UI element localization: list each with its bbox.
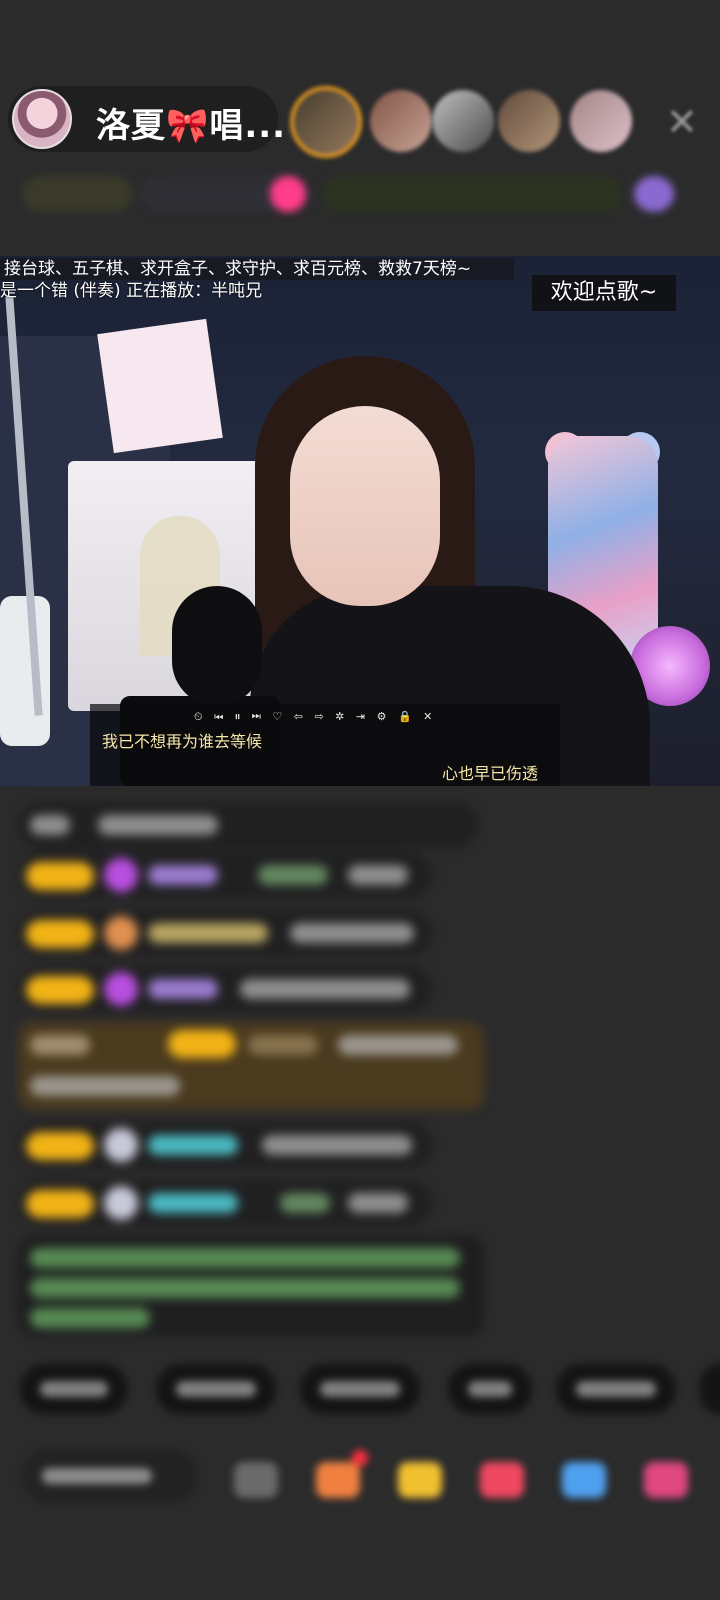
user-name[interactable] bbox=[148, 865, 218, 885]
lyric-line-next: 心也早已伤透 bbox=[441, 764, 538, 783]
chat-message[interactable] bbox=[18, 1122, 432, 1168]
chat-text bbox=[248, 1035, 318, 1055]
viewer-avatar[interactable] bbox=[370, 90, 432, 152]
quick-reply-chip[interactable] bbox=[448, 1364, 532, 1414]
chat-message[interactable] bbox=[18, 966, 432, 1012]
notice-text bbox=[30, 1278, 460, 1298]
chat-text bbox=[30, 815, 70, 835]
level-badge bbox=[26, 920, 94, 948]
gift-message[interactable] bbox=[18, 1022, 484, 1110]
quick-reply-chip[interactable] bbox=[300, 1364, 420, 1414]
pink-gift-icon[interactable] bbox=[270, 176, 306, 212]
chat-message[interactable] bbox=[18, 852, 432, 898]
close-icon[interactable]: ✕ bbox=[666, 100, 698, 144]
chat-text bbox=[30, 1076, 180, 1096]
chat-input[interactable] bbox=[22, 1448, 198, 1504]
chat-text bbox=[98, 815, 218, 835]
diamond-icon bbox=[104, 858, 138, 892]
medal-icon bbox=[104, 916, 138, 950]
notification-dot-icon bbox=[352, 1450, 368, 1466]
chat-text bbox=[338, 1035, 458, 1055]
avatar bbox=[104, 1128, 138, 1162]
microphone bbox=[172, 586, 262, 706]
now-playing-text: 是一个错 (伴奏) 正在播放：半吨兄 bbox=[0, 281, 263, 301]
gift-box-icon[interactable] bbox=[316, 1462, 360, 1498]
viewer-avatar[interactable] bbox=[432, 90, 494, 152]
bottom-toolbar bbox=[0, 1440, 720, 1530]
chat-text bbox=[290, 923, 414, 943]
chat-list[interactable] bbox=[0, 800, 720, 1360]
streamer-info-pill[interactable]: 洛夏🎀唱... bbox=[8, 86, 285, 152]
quick-reply-chip[interactable] bbox=[556, 1364, 676, 1414]
chat-text bbox=[280, 1193, 330, 1213]
activity-banner[interactable] bbox=[322, 176, 622, 212]
room-info-bar bbox=[22, 168, 692, 220]
user-name[interactable] bbox=[148, 1135, 238, 1155]
lyric-line-current: 我已不想再为谁去等候 bbox=[102, 732, 263, 751]
chat-message[interactable] bbox=[18, 910, 432, 956]
streamer-avatar[interactable] bbox=[12, 89, 72, 149]
level-badge bbox=[26, 1132, 94, 1160]
quick-reply-chip[interactable] bbox=[700, 1364, 720, 1414]
chat-text bbox=[262, 1135, 412, 1155]
treasure-icon[interactable] bbox=[398, 1462, 442, 1498]
viewer-avatar[interactable] bbox=[290, 86, 362, 158]
welcome-badge: 欢迎点歌~ bbox=[532, 275, 676, 311]
chat-text bbox=[348, 1193, 408, 1213]
player-controls[interactable]: ⏲ ⏮ ⏸ ⏭ ♡ ⇦ ⇨ ✲ ⇥ ⚙ 🔒 ✕ bbox=[194, 710, 436, 724]
diamond-icon bbox=[104, 972, 138, 1006]
chat-message[interactable] bbox=[18, 1180, 432, 1226]
level-badge bbox=[26, 976, 94, 1004]
gift-box bbox=[97, 318, 223, 454]
scrolling-notice: 接台球、五子棋、求开盒子、求守护、求百元榜、救救7天榜~ bbox=[0, 258, 514, 280]
viewer-avatar[interactable] bbox=[498, 90, 560, 152]
chat-text bbox=[258, 865, 328, 885]
level-badge bbox=[168, 1030, 236, 1058]
user-name[interactable] bbox=[148, 979, 218, 999]
notice-text bbox=[30, 1308, 150, 1328]
viewer-avatar[interactable] bbox=[570, 90, 632, 152]
level-badge bbox=[26, 862, 94, 890]
chat-text bbox=[240, 979, 410, 999]
user-name[interactable] bbox=[148, 1193, 238, 1213]
live-video-stream[interactable]: 接台球、五子棋、求开盒子、求守护、求百元榜、救救7天榜~ 是一个错 (伴奏) 正… bbox=[0, 256, 720, 786]
streamer-face bbox=[290, 406, 440, 606]
avatar bbox=[104, 1186, 138, 1220]
rank-chip[interactable] bbox=[22, 176, 132, 212]
lyrics-player: ⏲ ⏮ ⏸ ⏭ ♡ ⇦ ⇨ ✲ ⇥ ⚙ 🔒 ✕ 我已不想再为谁去等候 心也早已伤… bbox=[90, 704, 560, 786]
chat-text bbox=[348, 865, 408, 885]
quick-reply-row bbox=[0, 1364, 720, 1420]
quick-reply-chip[interactable] bbox=[20, 1364, 128, 1414]
background-object bbox=[0, 596, 50, 746]
notice-text bbox=[30, 1248, 460, 1268]
activity-icon[interactable] bbox=[634, 176, 674, 212]
top-viewers-list bbox=[290, 86, 650, 158]
quick-reply-chip[interactable] bbox=[156, 1364, 276, 1414]
chat-text bbox=[30, 1035, 90, 1055]
system-notice bbox=[18, 1236, 484, 1336]
user-name[interactable] bbox=[148, 923, 268, 943]
game-icon[interactable] bbox=[562, 1462, 606, 1498]
emoji-icon[interactable] bbox=[234, 1462, 278, 1498]
more-icon[interactable] bbox=[644, 1462, 688, 1498]
chat-message[interactable] bbox=[18, 802, 478, 848]
gift-icon[interactable] bbox=[480, 1462, 524, 1498]
level-badge bbox=[26, 1190, 94, 1218]
streamer-name: 洛夏🎀唱... bbox=[96, 106, 287, 146]
